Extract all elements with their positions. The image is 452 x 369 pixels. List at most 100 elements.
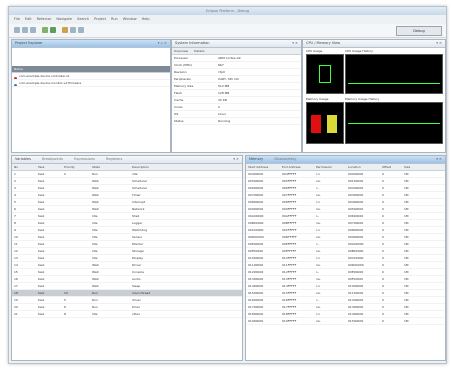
tab-disassembly[interactable]: Disassembly (274, 157, 296, 161)
table-row[interactable]: 00600000 006FFFFF r-- 00200000 0 1M (246, 185, 445, 192)
table-row[interactable]: 19 task 5 Run driver (12, 297, 242, 304)
table-cell: 1M (404, 256, 409, 260)
table-row[interactable]: 12 task Idle Storage (12, 248, 242, 255)
view-menu-icon[interactable]: ▾ ▫ ✕ (158, 40, 167, 47)
cpu-history-label: CPU Usage History (345, 49, 374, 53)
print-icon[interactable] (30, 27, 36, 33)
table-row[interactable]: 16 task Wait Audio (12, 276, 242, 283)
menu-help[interactable]: Help (142, 17, 150, 21)
column-header[interactable]: End Address (282, 164, 316, 170)
view-menu-icon[interactable]: ▾ ✕ (436, 156, 442, 163)
table-row[interactable]: 10 task Idle Sensor (12, 234, 242, 241)
tab-variables[interactable]: Variables (15, 157, 31, 161)
table-row[interactable]: 11 task Idle Monitor (12, 241, 242, 248)
view-menu-icon[interactable]: ▾ ✕ (292, 40, 298, 47)
column-header[interactable]: Size (404, 164, 424, 170)
tab-project-explorer[interactable]: Project Explorer ▾ ▫ ✕ (12, 40, 170, 48)
table-row[interactable]: 9 task Idle Watchdog (12, 227, 242, 234)
table-row[interactable]: 01100000 011FFFFF rw- 00D00000 0 1M (246, 262, 445, 269)
table-cell: 00C00000 (348, 256, 364, 260)
column-header[interactable]: Offset (382, 164, 404, 170)
column-header[interactable]: Task (38, 164, 64, 170)
table-cell: 19 (14, 298, 18, 302)
table-row[interactable]: 2 task Wait Scheduler (12, 178, 242, 185)
table-row[interactable]: 6 task Wait Network (12, 206, 242, 213)
save-icon[interactable] (22, 27, 28, 33)
tab-registers[interactable]: Registers (106, 157, 122, 161)
tab-system-info[interactable]: System Information ▾ ✕ (172, 40, 301, 48)
table-cell: 00800000 (248, 200, 264, 204)
menu-navigate[interactable]: Navigate (56, 17, 72, 21)
table-row[interactable]: 00B00000 00BFFFFF rw- 00700000 0 1M (246, 220, 445, 227)
table-row[interactable]: 00C00000 00CFFFFF r-x 00800000 0 1M (246, 227, 445, 234)
tab-expressions[interactable]: Expressions (74, 157, 95, 161)
menu-project[interactable]: Project (94, 17, 106, 21)
table-row[interactable]: 00400000 004FFFFF r-x 00000000 0 1M (246, 171, 445, 178)
table-cell: 7 (14, 214, 16, 218)
table-row[interactable]: 01200000 012FFFFF r-- 00E00000 0 1M (246, 269, 445, 276)
forward-icon[interactable] (78, 27, 84, 33)
table-row[interactable]: 01700000 017FFFFF rw- 01300000 0 1M (246, 304, 445, 311)
table-row[interactable]: 00700000 007FFFFF rw- 00300000 0 1M (246, 192, 445, 199)
column-header[interactable]: Priority (64, 164, 92, 170)
table-row[interactable]: 00800000 008FFFFF r-x 00400000 0 1M (246, 199, 445, 206)
column-header[interactable]: Location (348, 164, 382, 170)
table-row[interactable]: 3 task Wait Scheduler (12, 185, 242, 192)
menu-edit[interactable]: Edit (25, 17, 32, 21)
column-header[interactable]: State (92, 164, 132, 170)
table-row[interactable]: 01900000 019FFFFF rw- 01500000 0 1M (246, 318, 445, 325)
column-header[interactable]: Description (132, 164, 232, 170)
table-cell: Console (132, 270, 144, 274)
search-icon[interactable] (62, 27, 68, 33)
table-row[interactable]: 21 task 8 Idle other (12, 311, 242, 318)
table-row[interactable]: 00D00000 00DFFFFF rw- 00900000 0 1M (246, 234, 445, 241)
view-menu-icon[interactable]: ▾ ✕ (233, 156, 239, 163)
column-header[interactable]: Permission (316, 164, 348, 170)
cpu-history-graph (345, 54, 443, 94)
table-row[interactable]: 7 task Idle Shell (12, 213, 242, 220)
table-row[interactable]: 00A00000 00AFFFFF r-- 00600000 0 1M (246, 213, 445, 220)
table-row[interactable]: 15 task Wait Console (12, 269, 242, 276)
table-row[interactable]: 00F00000 00FFFFFF rw- 00B00000 0 1M (246, 248, 445, 255)
column-header[interactable]: Start Address (248, 164, 282, 170)
table-row[interactable]: 00900000 009FFFFF rw- 00500000 0 1M (246, 206, 445, 213)
table-row[interactable]: 01400000 014FFFFF r-x 01000000 0 1M (246, 283, 445, 290)
table-cell: task (38, 200, 45, 204)
subtab-overview[interactable]: Overview (174, 48, 194, 54)
table-cell: 01300000 (248, 277, 264, 281)
menu-refactor[interactable]: Refactor (37, 17, 52, 21)
table-row[interactable]: 01000000 010FFFFF r-x 00C00000 0 1M (246, 255, 445, 262)
table-row[interactable]: 14 task Wait Driver (12, 262, 242, 269)
new-icon[interactable] (14, 27, 20, 33)
table-row[interactable]: 00500000 005FFFFF rw- 00100000 0 1M (246, 178, 445, 185)
menu-search[interactable]: Search (77, 17, 89, 21)
table-row[interactable]: 8 task Idle Logger (12, 220, 242, 227)
table-row[interactable]: 5 task Wait Interrupt (12, 199, 242, 206)
list-item[interactable]: com.example.device.controller.v1 (12, 73, 170, 80)
table-row[interactable]: 00E00000 00EFFFFF r-- 00A00000 0 1M (246, 241, 445, 248)
menu-run[interactable]: Run (111, 17, 118, 21)
tab-memory[interactable]: Memory (249, 157, 263, 161)
table-row[interactable]: 1 task 2 Run idle (12, 171, 242, 178)
table-row[interactable]: 13 task Idle Display (12, 255, 242, 262)
table-row[interactable]: 01800000 018FFFFF r-x 01400000 0 1M (246, 311, 445, 318)
menu-window[interactable]: Window (123, 17, 137, 21)
table-row[interactable]: 01600000 016FFFFF r-- 01200000 0 1M (246, 297, 445, 304)
list-item[interactable]: com.example.device.monitor.v2.firmware (12, 80, 170, 87)
tab-cpu-memory[interactable]: CPU / Memory View ▾ ✕ (303, 40, 445, 48)
table-row[interactable]: 4 task Wait Timer (12, 192, 242, 199)
table-row[interactable]: 18 task 10 Run main thread (12, 290, 242, 297)
table-row[interactable]: 17 task Wait Sleep (12, 283, 242, 290)
table-row[interactable]: 20 task 6 Run timer (12, 304, 242, 311)
table-row[interactable]: 01500000 015FFFFF rw- 01100000 0 1M (246, 290, 445, 297)
column-header[interactable]: No (14, 164, 38, 170)
run-icon[interactable] (50, 27, 56, 33)
menu-file[interactable]: File (14, 17, 20, 21)
view-menu-icon[interactable]: ▾ ✕ (436, 40, 442, 47)
debug-icon[interactable] (42, 27, 48, 33)
tab-breakpoints[interactable]: Breakpoints (42, 157, 63, 161)
perspective-button[interactable]: Debug (396, 26, 442, 36)
table-row[interactable]: 01300000 013FFFFF rw- 00F00000 0 1M (246, 276, 445, 283)
subtab-details[interactable]: Details (194, 48, 204, 54)
back-icon[interactable] (70, 27, 76, 33)
